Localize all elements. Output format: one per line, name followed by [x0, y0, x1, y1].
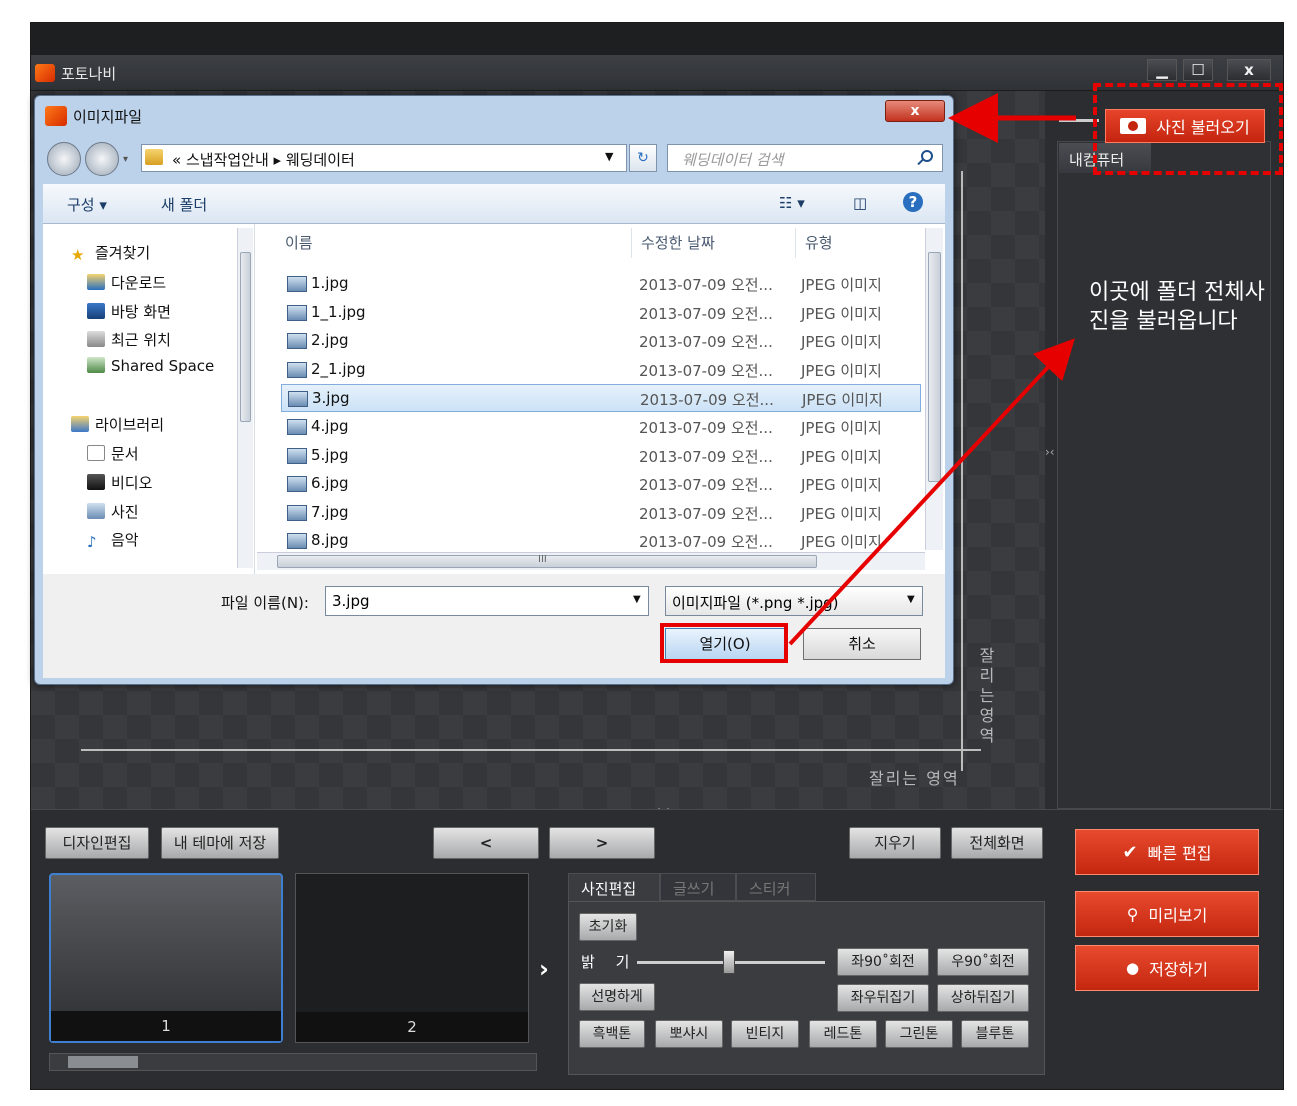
annotation-arrows [788, 93, 1076, 646]
arrow-to-note [788, 338, 1075, 646]
